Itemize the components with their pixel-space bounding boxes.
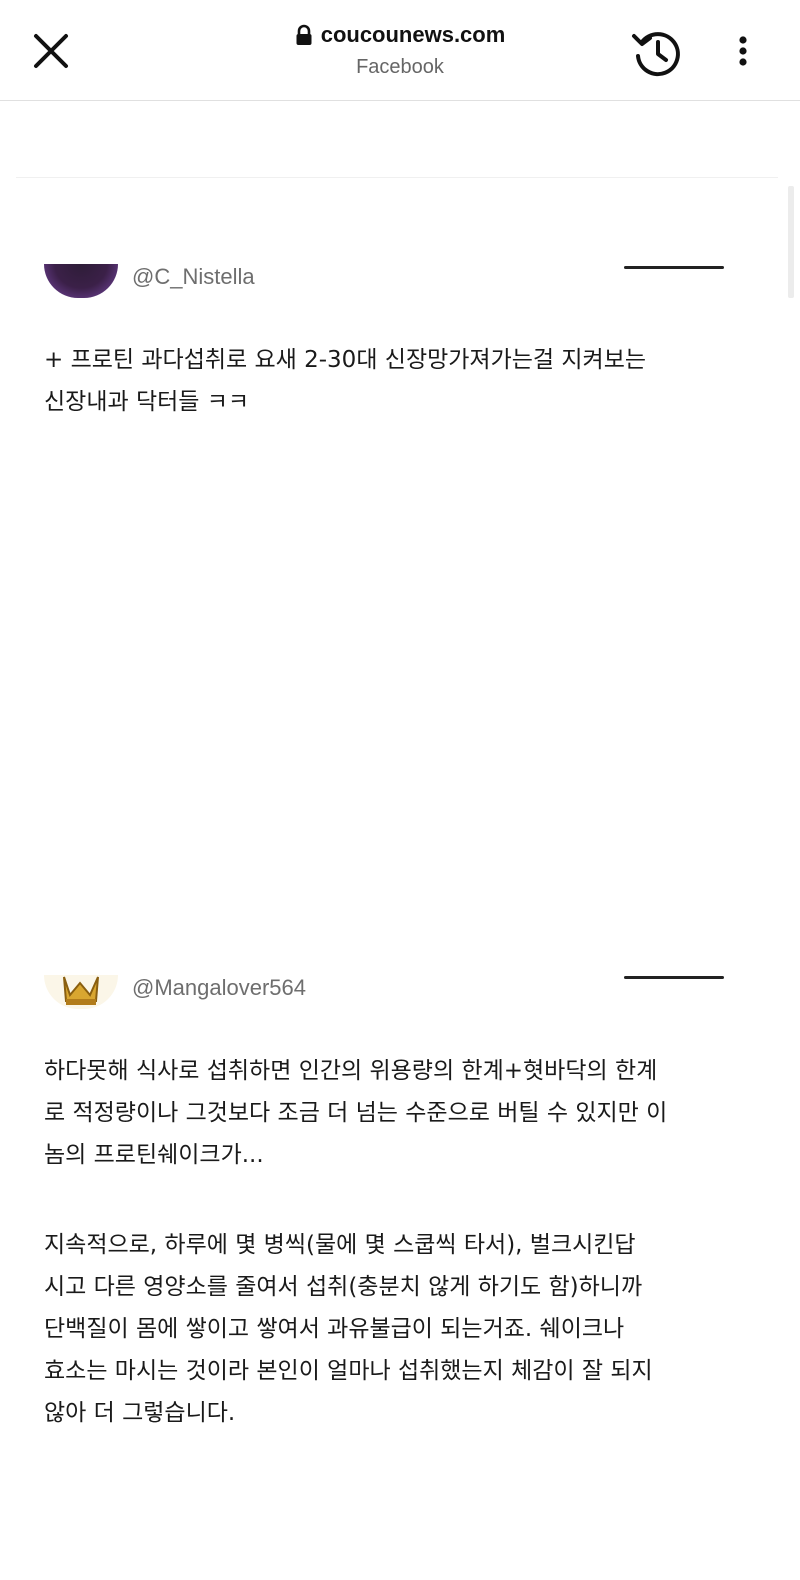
post-handle[interactable]: @Mangalover564: [132, 975, 306, 1001]
post-body: + 프로틴 과다섭취로 요새 2-30대 신장망가져가는걸 지켜보는 신장내과 …: [44, 339, 764, 423]
post-body: 하다못해 식사로 섭취하면 인간의 위용량의 한계+혓바닥의 한계 로 적정량이…: [44, 1050, 764, 1176]
post-line: 효소는 마시는 것이라 본인이 얼마나 섭취했는지 체감이 잘 되지: [44, 1358, 653, 1384]
content-divider: [16, 177, 778, 178]
post-header: @C_Nistella: [44, 264, 744, 304]
lock-icon: [296, 24, 312, 45]
post-line: 지속적으로, 하루에 몇 병씩(물에 몇 스쿱씩 타서), 벌크시킨답: [44, 1232, 636, 1258]
scrollbar[interactable]: [788, 186, 794, 298]
browser-toolbar: coucounews.com Facebook: [0, 0, 800, 101]
post-header: @Mangalover564: [44, 975, 744, 1015]
avatar: [44, 264, 118, 298]
more-options-button[interactable]: [730, 32, 756, 72]
header-divider-line: [624, 976, 724, 979]
header-divider-line: [624, 266, 724, 269]
post-line: 않아 더 그렇습니다.: [44, 1400, 236, 1426]
post-body-continued: 지속적으로, 하루에 몇 병씩(물에 몇 스쿱씩 타서), 벌크시킨답 시고 다…: [44, 1224, 764, 1434]
history-icon: [632, 32, 680, 77]
post-line: 로 적정량이나 그것보다 조금 더 넘는 수준으로 버틸 수 있지만 이: [44, 1100, 668, 1126]
avatar: [44, 975, 118, 1009]
more-vertical-icon: [739, 36, 747, 66]
post-line: 하다못해 식사로 섭취하면 인간의 위용량의 한계+혓바닥의 한계: [44, 1058, 658, 1084]
page-domain: coucounews.com: [320, 22, 506, 47]
post-line: 놈의 프로틴쉐이크가...: [44, 1142, 264, 1168]
post-line: 단백질이 몸에 쌓이고 쌓여서 과유불급이 되는거죠. 쉐이크나: [44, 1316, 625, 1342]
post-line: + 프로틴 과다섭취로 요새 2-30대 신장망가져가는걸 지켜보는: [44, 347, 647, 373]
post-handle[interactable]: @C_Nistella: [132, 264, 255, 290]
history-button[interactable]: [630, 26, 684, 80]
post-line: 시고 다른 영양소를 줄여서 섭취(충분치 않게 하기도 함)하니까: [44, 1274, 643, 1300]
avatar-emblem-icon: [63, 976, 99, 1005]
post-line: 신장내과 닥터들 ㅋㅋ: [44, 389, 250, 415]
